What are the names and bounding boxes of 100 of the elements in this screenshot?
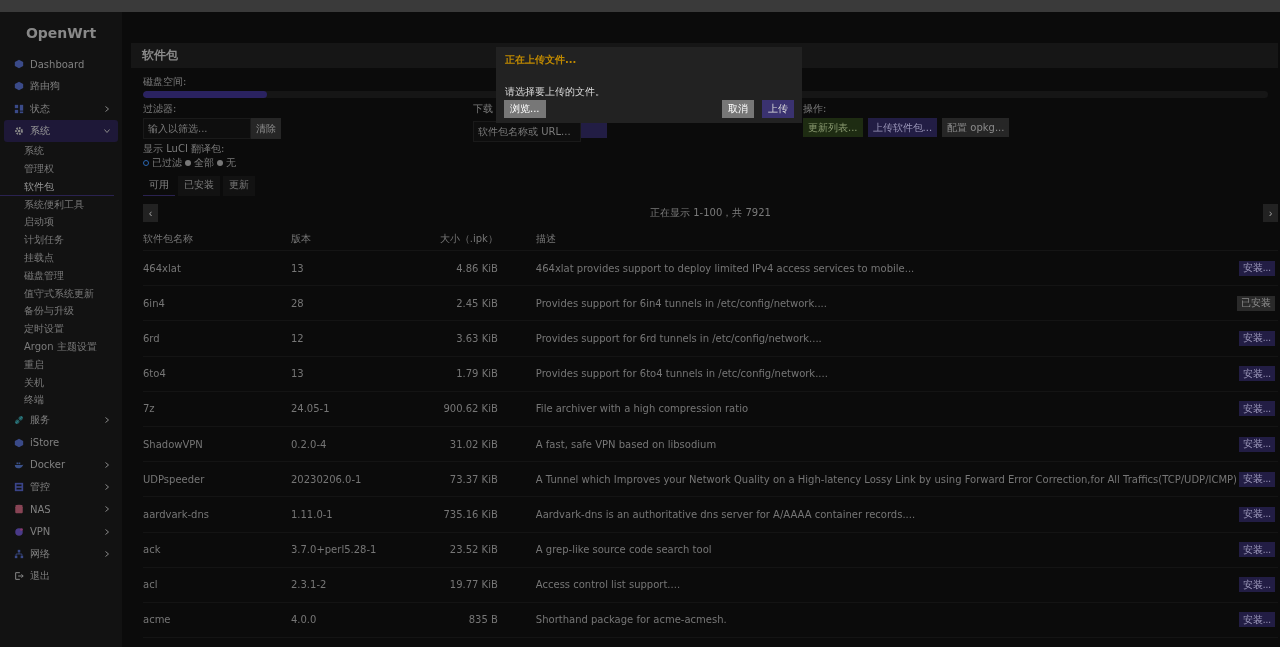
- action-button[interactable]: 更新列表...: [803, 118, 863, 137]
- network-icon: [14, 549, 24, 560]
- install-button[interactable]: 安装...: [1238, 330, 1275, 346]
- install-button[interactable]: 安装...: [1238, 260, 1275, 276]
- table-cell: ack: [143, 544, 161, 556]
- submenu-item[interactable]: 关机: [0, 373, 114, 392]
- table-cell: 6in4: [143, 297, 165, 309]
- submenu-item[interactable]: 值守式系统更新: [0, 284, 114, 303]
- table-cell: 23.52 KiB: [449, 544, 498, 556]
- column-header: 版本: [290, 233, 311, 244]
- install-button[interactable]: 安装...: [1238, 542, 1275, 558]
- browse-button[interactable]: 浏览...: [504, 100, 546, 118]
- package-url-field[interactable]: 软件包名称或 URL...: [473, 121, 581, 142]
- sidebar-item[interactable]: 状态: [4, 97, 118, 120]
- submenu-item[interactable]: 备份与升级: [0, 302, 114, 321]
- cancel-button[interactable]: 取消: [722, 100, 754, 118]
- action-button[interactable]: 上传软件包...: [867, 118, 938, 137]
- dialog-title: 正在上传文件...: [505, 53, 578, 67]
- table-cell: Provides support for 6in4 tunnels in /etc/config/network....: [535, 297, 827, 309]
- next-page-button[interactable]: ›: [1263, 204, 1278, 222]
- radio-button[interactable]: [217, 160, 223, 166]
- field-label: 操作:: [803, 102, 827, 116]
- radio-label: 已过滤: [152, 156, 182, 170]
- action-button[interactable]: 配置 opkg...: [942, 118, 1010, 137]
- field-label: 磁盘空间:: [143, 75, 187, 89]
- table-cell: A Tunnel which Improves your Network Quality on a High-latency Lossy Link by using Forward Error Correction,for All Traffics(TCP/UDP/ICMP): [535, 473, 1237, 485]
- radio-label: 全部: [194, 156, 214, 170]
- table-cell: 3.63 KiB: [456, 332, 498, 344]
- table-cell: 2.3.1-2: [290, 579, 327, 591]
- submenu-item[interactable]: 计划任务: [0, 231, 114, 249]
- tab[interactable]: 更新: [223, 176, 255, 196]
- table-cell: 28: [290, 297, 304, 309]
- table-cell: 4.86 KiB: [456, 262, 498, 274]
- install-button[interactable]: 安装...: [1238, 366, 1275, 382]
- table-cell: 13: [290, 368, 304, 380]
- submenu-item[interactable]: Argon 主题设置: [0, 337, 114, 356]
- table-cell: UDPspeeder: [143, 473, 205, 485]
- table-cell: acl: [143, 579, 158, 591]
- sidebar-item[interactable]: 管控: [4, 476, 118, 499]
- submenu-item[interactable]: 系统: [0, 142, 114, 160]
- previous-page-button[interactable]: ‹: [143, 204, 158, 222]
- upload-button[interactable]: 上传: [762, 100, 794, 118]
- submenu-item[interactable]: 软件包: [0, 177, 114, 196]
- sidebar-item[interactable]: 路由狗: [4, 75, 118, 98]
- table-cell: acme: [143, 614, 171, 626]
- sidebar-item[interactable]: NAS: [4, 498, 118, 521]
- table-cell: 4.0.0: [290, 614, 317, 626]
- globe-icon: [14, 526, 24, 537]
- column-header: 大小（.ipk）: [439, 233, 498, 244]
- table-cell: 464xlat: [143, 262, 181, 274]
- field-label: 显示 LuCI 翻译包:: [143, 142, 225, 156]
- install-button[interactable]: 安装...: [1238, 436, 1275, 452]
- submenu-item[interactable]: 挂载点: [0, 248, 114, 267]
- sidebar-item[interactable]: Docker: [4, 453, 118, 477]
- sidebar-item[interactable]: iStore: [4, 431, 118, 454]
- install-button[interactable]: 安装...: [1238, 577, 1275, 593]
- submenu-item[interactable]: 终端: [0, 391, 114, 410]
- sidebar-item[interactable]: 网络: [4, 542, 118, 566]
- cube-icon: [14, 81, 24, 92]
- sidebar-item[interactable]: 服务: [4, 409, 118, 432]
- clear-button[interactable]: 清除: [251, 118, 281, 139]
- table-cell: 735.16 KiB: [443, 508, 498, 520]
- sidebar-item[interactable]: 退出: [4, 565, 118, 588]
- table-cell: 7z: [143, 403, 155, 415]
- pagination-info: 正在显示 1-100，共 7921: [649, 206, 772, 220]
- submenu-item[interactable]: 定时设置: [0, 320, 114, 338]
- radio-label: 无: [226, 156, 236, 170]
- submenu-item[interactable]: 磁盘管理: [0, 266, 114, 285]
- table-cell: 31.02 KiB: [449, 438, 498, 450]
- table-cell: File archiver with a high compression ratio: [535, 403, 749, 415]
- logout-icon: [14, 571, 24, 582]
- table-cell: 1.11.0-1: [290, 508, 333, 520]
- submenu-item[interactable]: 系统便利工具: [0, 195, 114, 214]
- submenu-item[interactable]: 启动项: [0, 213, 114, 232]
- table-cell: aardvark-dns: [143, 508, 209, 520]
- table-cell: A grep-like source code search tool: [535, 544, 712, 556]
- table-cell: 464xlat provides support to deploy limited IPv4 access services to mobile...: [535, 262, 915, 274]
- install-button[interactable]: 安装...: [1238, 471, 1275, 487]
- table-cell: 73.37 KiB: [449, 473, 498, 485]
- sidebar-item[interactable]: 系统: [4, 119, 118, 143]
- field-label: 过滤器:: [143, 102, 177, 116]
- table-cell: 19.77 KiB: [449, 579, 498, 591]
- filter-field[interactable]: 输入以筛选...: [143, 118, 251, 139]
- sidebar-item[interactable]: VPN: [4, 520, 118, 543]
- sidebar-item[interactable]: Dashboard: [4, 53, 118, 76]
- tab[interactable]: 已安装: [178, 176, 220, 196]
- logo[interactable]: OpenWrt: [0, 25, 122, 41]
- installed-button[interactable]: 已安装: [1237, 295, 1275, 311]
- submenu-item[interactable]: 重启: [0, 355, 114, 374]
- install-button[interactable]: 安装...: [1238, 401, 1275, 417]
- install-button[interactable]: 安装...: [1238, 506, 1275, 522]
- table-cell: 24.05-1: [290, 403, 330, 415]
- column-header: 描述: [535, 233, 556, 244]
- field-label: 下载: [473, 102, 493, 116]
- install-button[interactable]: 安装...: [1238, 612, 1275, 628]
- radio-button[interactable]: [143, 160, 149, 166]
- radio-button[interactable]: [185, 160, 191, 166]
- grid-icon: [14, 103, 24, 114]
- table-cell: 2.45 KiB: [456, 297, 498, 309]
- submenu-item[interactable]: 管理权: [0, 160, 114, 178]
